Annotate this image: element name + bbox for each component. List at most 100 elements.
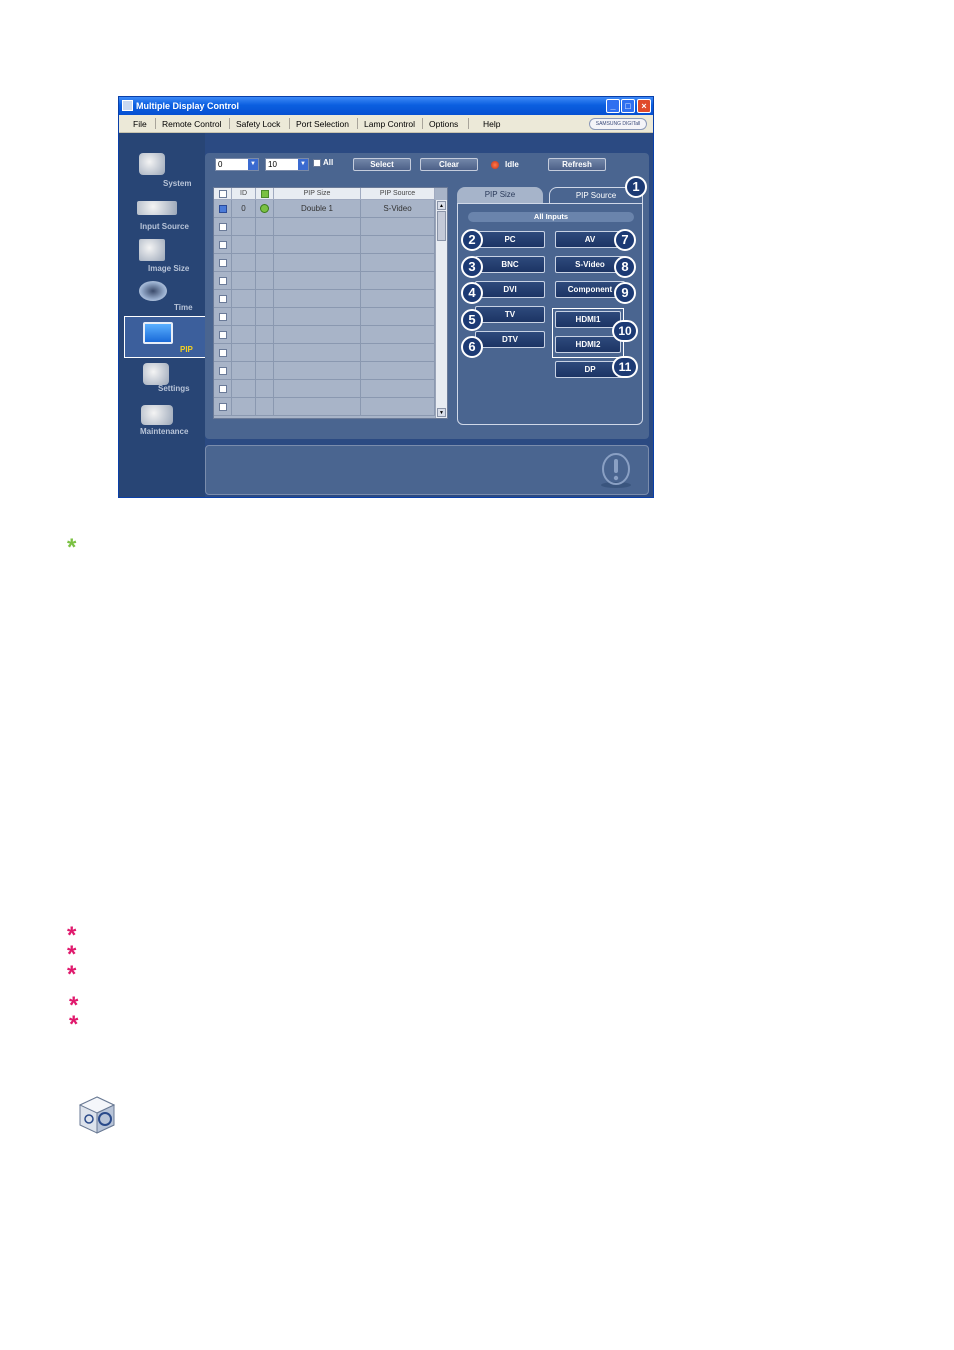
- column-header-pip-source[interactable]: PIP Source: [361, 188, 435, 200]
- maintenance-icon: [141, 405, 173, 425]
- table-row[interactable]: [214, 290, 435, 308]
- source-hdmi2-button[interactable]: HDMI2: [555, 336, 621, 353]
- table-row[interactable]: [214, 218, 435, 236]
- menu-help[interactable]: Help: [483, 119, 500, 129]
- to-id-select[interactable]: 10 ▼: [265, 158, 309, 171]
- status-indicator: [256, 236, 274, 253]
- sidebar-item-pip[interactable]: PIP: [124, 316, 206, 358]
- row-checkbox[interactable]: [214, 200, 232, 217]
- chevron-down-icon[interactable]: ▼: [298, 159, 308, 170]
- cell-pip-size: [274, 398, 361, 415]
- all-inputs-header: All Inputs: [468, 212, 634, 222]
- sidebar-item-label: System: [163, 179, 192, 188]
- row-checkbox[interactable]: [214, 362, 232, 379]
- table-row[interactable]: 0 Double 1 S-Video: [214, 200, 435, 218]
- table-row[interactable]: [214, 308, 435, 326]
- row-checkbox[interactable]: [214, 380, 232, 397]
- settings-cube-icon: [78, 1096, 116, 1134]
- sidebar-item-input-source[interactable]: Input Source: [123, 195, 205, 235]
- table-row[interactable]: [214, 236, 435, 254]
- menu-port-selection[interactable]: Port Selection: [296, 119, 349, 129]
- callout-9: 9: [614, 282, 636, 304]
- table-row[interactable]: [214, 272, 435, 290]
- scroll-thumb[interactable]: [437, 211, 446, 241]
- settings-cube-icon: [143, 363, 169, 385]
- sidebar-item-system[interactable]: System: [123, 151, 205, 191]
- source-bnc-button[interactable]: BNC: [475, 256, 545, 273]
- sidebar-item-settings[interactable]: Settings: [123, 361, 205, 401]
- status-dot-icon: [260, 204, 269, 214]
- cell-id: [232, 236, 256, 253]
- row-checkbox[interactable]: [214, 254, 232, 271]
- callout-5: 5: [461, 309, 483, 331]
- callout-10: 10: [612, 320, 638, 342]
- source-tv-button[interactable]: TV: [475, 306, 545, 323]
- cell-id: [232, 290, 256, 307]
- sidebar-item-label: Image Size: [148, 264, 190, 273]
- table-row[interactable]: [214, 344, 435, 362]
- column-header-pip-size[interactable]: PIP Size: [274, 188, 361, 200]
- menu-options[interactable]: Options: [429, 119, 458, 129]
- sidebar-item-image-size[interactable]: Image Size: [123, 237, 205, 277]
- row-checkbox[interactable]: [214, 398, 232, 415]
- note-star-bullet: *: [69, 1011, 79, 1038]
- cell-id: [232, 362, 256, 379]
- status-indicator: [256, 398, 274, 415]
- clear-button[interactable]: Clear: [420, 158, 478, 171]
- cell-pip-source: [361, 380, 435, 397]
- scroll-down-icon[interactable]: ▼: [437, 408, 446, 417]
- table-row[interactable]: [214, 362, 435, 380]
- menu-file[interactable]: File: [133, 119, 147, 129]
- table-row[interactable]: [214, 398, 435, 416]
- close-button[interactable]: ×: [637, 99, 651, 113]
- column-header-id[interactable]: ID: [232, 188, 256, 200]
- status-indicator: [256, 200, 274, 217]
- grid-scrollbar[interactable]: ▲ ▼: [435, 200, 447, 418]
- source-dvi-button[interactable]: DVI: [475, 281, 545, 298]
- cell-pip-size: [274, 380, 361, 397]
- column-header-status[interactable]: [256, 188, 274, 200]
- status-indicator: [256, 326, 274, 343]
- menu-lamp-control[interactable]: Lamp Control: [364, 119, 415, 129]
- cell-id: [232, 326, 256, 343]
- table-row[interactable]: [214, 380, 435, 398]
- all-checkbox-group: All: [313, 158, 333, 167]
- select-button[interactable]: Select: [353, 158, 411, 171]
- source-hdmi1-button[interactable]: HDMI1: [555, 311, 621, 328]
- row-checkbox[interactable]: [214, 218, 232, 235]
- cell-pip-source: [361, 254, 435, 271]
- maximize-button[interactable]: □: [621, 99, 635, 113]
- column-header-select[interactable]: [214, 188, 232, 200]
- status-text: Idle: [505, 160, 519, 169]
- row-checkbox[interactable]: [214, 308, 232, 325]
- row-checkbox[interactable]: [214, 326, 232, 343]
- cell-pip-size: [274, 344, 361, 361]
- sidebar-item-time[interactable]: Time: [123, 279, 205, 319]
- to-id-value: 10: [268, 160, 277, 169]
- message-panel: [205, 445, 649, 495]
- source-dtv-button[interactable]: DTV: [475, 331, 545, 348]
- sidebar-item-label: Input Source: [140, 222, 189, 231]
- source-pc-button[interactable]: PC: [475, 231, 545, 248]
- chevron-down-icon[interactable]: ▼: [248, 159, 258, 170]
- minimize-button[interactable]: _: [606, 99, 620, 113]
- menu-safety-lock[interactable]: Safety Lock: [236, 119, 280, 129]
- toolbar: 0 ▼ 10 ▼ All Select Clear Idle Refresh: [205, 153, 649, 177]
- table-row[interactable]: [214, 326, 435, 344]
- row-checkbox[interactable]: [214, 272, 232, 289]
- callout-11: 11: [612, 356, 638, 378]
- cell-pip-size: [274, 236, 361, 253]
- row-checkbox[interactable]: [214, 290, 232, 307]
- row-checkbox[interactable]: [214, 236, 232, 253]
- cell-id: 0: [232, 200, 256, 217]
- refresh-button[interactable]: Refresh: [548, 158, 606, 171]
- sidebar-item-maintenance[interactable]: Maintenance: [123, 403, 205, 443]
- note-star-bullet: *: [67, 961, 77, 988]
- scroll-up-icon[interactable]: ▲: [437, 201, 446, 210]
- menu-remote-control[interactable]: Remote Control: [162, 119, 222, 129]
- all-checkbox[interactable]: [313, 158, 321, 167]
- from-id-select[interactable]: 0 ▼: [215, 158, 259, 171]
- row-checkbox[interactable]: [214, 344, 232, 361]
- tab-pip-size[interactable]: PIP Size: [457, 187, 543, 203]
- table-row[interactable]: [214, 254, 435, 272]
